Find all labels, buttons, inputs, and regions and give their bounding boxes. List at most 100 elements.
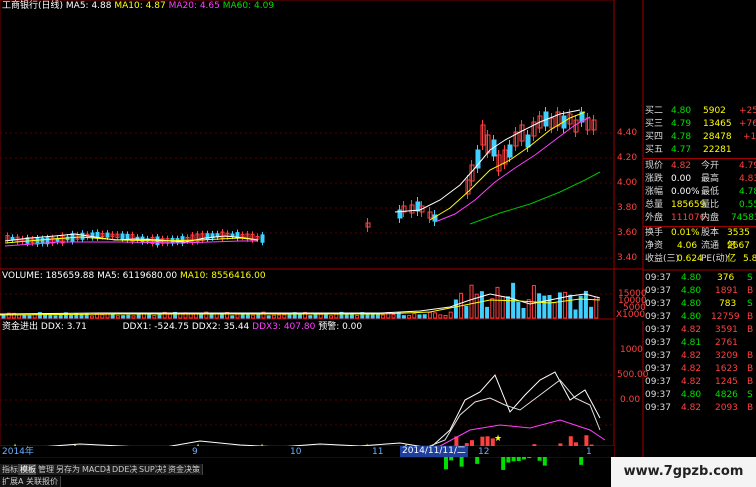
quote-label: 量比 <box>701 200 720 210</box>
volume-bar <box>568 294 573 319</box>
indicator-tick: 0.00 <box>620 395 641 405</box>
order-change: +10 <box>743 132 756 142</box>
volume-bar <box>199 313 204 319</box>
quote-row: 外盘 111076 内盘 74583 <box>643 212 756 225</box>
quote-label: 总量 <box>645 200 664 210</box>
quote-label: 股本 <box>701 228 720 238</box>
tick-time: 09:37 <box>645 403 671 413</box>
quote-label: 换手 <box>645 228 664 238</box>
tick-volume: 1245 <box>715 377 738 387</box>
indicator-title: 资金进出 <box>2 322 39 332</box>
volume-bar <box>427 311 432 319</box>
kline-header: 工商银行(日线) MA5: 4.88 MA10: 4.87 MA20: 4.65… <box>2 1 274 12</box>
volume-bar <box>22 314 27 319</box>
date-axis-10: 10 <box>290 447 302 457</box>
tick-row: 09:37 4.80 783 S <box>643 298 756 311</box>
tick-volume: 3591 <box>715 325 738 335</box>
ddx1-label: DDX1: -524.75 <box>122 322 189 332</box>
indicator-tick: 1000 <box>620 345 643 355</box>
volume-bar <box>537 293 542 319</box>
quote-label: 涨幅 <box>645 187 664 197</box>
tab-save-as[interactable]: 另存为 <box>54 464 83 475</box>
quote-label: PE(动) <box>701 254 729 264</box>
volume-bar <box>469 284 474 319</box>
volume-bar <box>219 313 224 319</box>
tick-volume: 12759 <box>711 312 740 322</box>
date-axis-12: 12 <box>478 447 490 457</box>
volume-bar <box>110 314 115 319</box>
volume-bar <box>552 302 557 319</box>
tick-dir: B <box>747 377 754 387</box>
order-price: 4.80 <box>671 106 692 116</box>
tick-row: 09:37 4.82 2093 B <box>643 402 756 415</box>
order-level: 买三 <box>645 119 664 129</box>
ma60-label: MA60: 4.09 <box>222 1 275 11</box>
quote-value: 74583 <box>731 213 756 223</box>
tick-price: 4.80 <box>681 286 702 296</box>
volume-bar <box>438 314 443 319</box>
tab-related-quote[interactable]: 关联报价 <box>24 476 61 487</box>
candle-body <box>525 134 531 148</box>
volume-bar <box>485 306 490 319</box>
volume-bar <box>178 313 183 319</box>
volume-bar <box>329 315 334 319</box>
price-tick: 3.40 <box>617 253 638 263</box>
tick-list[interactable]: 09:37 4.80 376 S 09:37 4.80 1891 B 09:37… <box>643 271 756 457</box>
tick-time: 09:37 <box>645 299 671 309</box>
order-volume: 28478 <box>703 132 732 142</box>
volume-bar <box>521 307 526 319</box>
volume-bar <box>464 305 469 319</box>
order-change: +254 <box>739 106 756 116</box>
volume-bar <box>53 315 58 319</box>
order-level: 买二 <box>645 106 664 116</box>
order-book-row[interactable]: 买五 4.77 22281 <box>643 144 756 157</box>
tick-volume: 376 <box>717 273 735 283</box>
tick-time: 09:37 <box>645 312 671 322</box>
tab-fund-decision[interactable]: 资金决策 <box>166 464 203 475</box>
date-axis-9: 9 <box>192 447 198 457</box>
quote-value: 0.55 <box>739 200 756 210</box>
quote-row: 净资 4.06 流通 2667亿 <box>643 240 756 264</box>
volume-bar <box>27 315 32 319</box>
candlestick-series <box>5 107 597 248</box>
volume-bar <box>407 314 412 319</box>
volume-bar <box>547 295 552 319</box>
quote-value: 4.83 <box>739 174 756 184</box>
ddx2-label: DDX2: 35.44 <box>191 322 250 332</box>
volume-bar <box>542 295 547 319</box>
tick-time: 09:37 <box>645 273 671 283</box>
volume-bar <box>557 292 562 319</box>
tick-price: 4.82 <box>681 377 702 387</box>
tick-dir: S <box>747 390 753 400</box>
price-tick: 4.20 <box>617 153 638 163</box>
tab-extend-a[interactable]: 扩展A <box>0 476 27 487</box>
order-book-row[interactable]: 买三 4.79 13465 +76 <box>643 118 756 131</box>
quote-label: 收益(三) <box>645 254 680 264</box>
volume-bar <box>1 315 6 319</box>
order-book-row[interactable]: 买四 4.78 28478 +10 <box>643 131 756 144</box>
volume-bar <box>17 314 22 319</box>
ma5-label: MA5: 4.88 <box>65 1 112 11</box>
volume-bar <box>589 306 594 319</box>
volume-bar <box>573 309 578 319</box>
volume-bar <box>313 313 318 319</box>
volume-bar <box>443 314 448 319</box>
tick-dir: B <box>747 403 754 413</box>
tick-row: 09:37 4.82 1623 B <box>643 363 756 376</box>
tick-volume: 2761 <box>715 338 738 348</box>
volume-bar <box>121 315 126 319</box>
order-change: +76 <box>739 119 756 129</box>
quote-row: 涨幅 0.00% 最低 4.78 <box>643 186 756 199</box>
tick-volume: 4826 <box>715 390 738 400</box>
tick-price: 4.80 <box>681 390 702 400</box>
order-book-row[interactable]: 买二 4.80 5902 +254 <box>643 105 756 118</box>
tick-time: 09:37 <box>645 286 671 296</box>
volume-bar <box>277 314 282 319</box>
tick-row: 09:37 4.82 1245 B <box>643 376 756 389</box>
quote-label: 最低 <box>701 187 720 197</box>
tick-volume: 783 <box>719 299 737 309</box>
volume-bar <box>58 314 63 319</box>
order-volume: 5902 <box>703 106 726 116</box>
volume-bar <box>69 314 74 319</box>
volume-bar <box>563 291 568 319</box>
